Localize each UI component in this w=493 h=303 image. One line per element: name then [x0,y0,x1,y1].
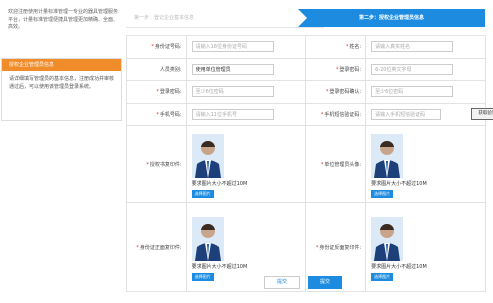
role-field: 使用单位管理员 [191,63,274,75]
upload-requirement: 要求图片大小不超过10M [371,180,427,187]
sms-code-label: *手机短信验证码: [305,102,367,126]
select-image-button[interactable]: 选择图片 [191,272,214,281]
id-back-upload: 要求图片大小不超过10M 选择图片 [371,214,484,281]
submit-button[interactable]: 提交 [308,276,342,289]
person-placeholder-icon [191,216,224,261]
upload-requirement: 要求图片大小不超过10M [191,263,248,270]
previous-button[interactable]: 提交 [264,276,300,289]
select-image-button[interactable]: 选择图片 [191,189,214,198]
auth-letter-upload: 要求图片大小不超过10M 选择图片 [191,131,305,198]
step-2-label: 第二步：授权企业管理员信息 [358,15,424,21]
auth-letter-label: *授权书复印件: [126,125,187,203]
phone-input[interactable]: 请输入11位手机号 [191,108,274,120]
welcome-text: 欢迎注册使用计量标准管理一专业的器具管理服务平台，计量标准管理便捷具管理更加精确… [8,9,119,30]
step-2-active: 第二步：授权企业管理员信息 [298,9,485,27]
role-label: 人员类别: [126,57,187,81]
reg-password-input[interactable]: 至少6位密码 [191,86,274,98]
confirm-password-input[interactable]: 至少6位密码 [371,86,454,98]
admin-info-card-body: 请详细填写管理员的基本信息，注册成功并审核通过后，可以使用该管理员登录系统。 [9,76,115,90]
select-image-button[interactable]: 选择图片 [371,272,394,281]
person-placeholder-icon [191,133,224,178]
person-placeholder-icon [371,216,404,261]
reg-password-label: *登录密码: [126,80,187,104]
id-number-label: *身份证号码: [126,35,187,59]
phone-label: *手机号码: [126,102,187,126]
id-front-upload: 要求图片大小不超过10M 选择图片 [191,214,305,281]
admin-info-card-title: 授权企业管理员信息 [2,59,121,71]
password-input[interactable]: 6-20位英文字母 [371,63,454,75]
id-number-input[interactable]: 请输入18位身份证号码 [191,41,274,53]
select-image-button[interactable]: 选择图片 [371,189,394,198]
confirm-password-label: *登录密码确认: [305,80,367,104]
unit-photo-upload: 要求图片大小不超过10M 选择图片 [371,131,484,198]
admin-form: *身份证号码: 请输入18位身份证号码 *姓名: 请输入真实姓名 人员类别: 使… [126,35,493,292]
admin-info-card: 授权企业管理员信息 请详细填写管理员的基本信息，注册成功并审核通过后，可以使用该… [1,58,122,121]
name-label: *姓名: [305,35,367,59]
get-code-button[interactable]: 获取验证码 [471,107,493,120]
name-input[interactable]: 请输入真实姓名 [371,41,454,53]
upload-requirement: 要求图片大小不超过10M [371,263,427,270]
person-placeholder-icon [371,133,404,178]
id-front-label: *身份证正面复印件: [126,202,187,292]
password-label: *登录密码: [305,57,367,81]
upload-requirement: 要求图片大小不超过10M [191,180,248,187]
sms-code-input[interactable]: 请输入手机短信验证码 [371,108,442,120]
unit-photo-label: *单位管理员头像: [305,125,367,203]
step-1: 第一步：登记企业基本信息 [126,9,324,28]
